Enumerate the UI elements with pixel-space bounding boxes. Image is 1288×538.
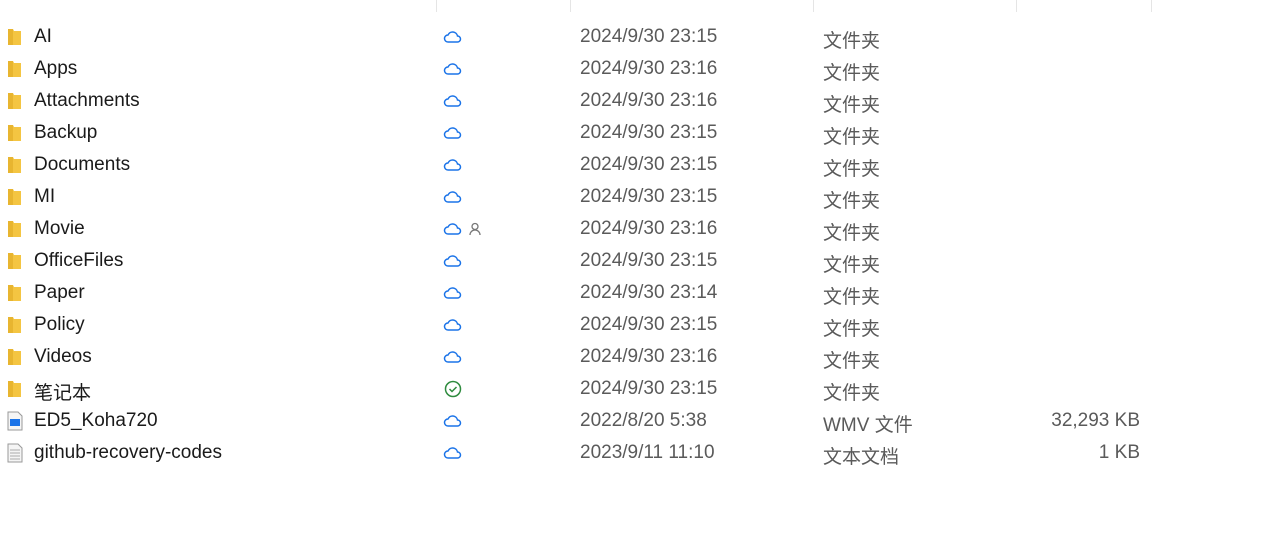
column-divider[interactable] [1151,0,1152,12]
cloud-icon [443,316,463,338]
file-size: 1 KB [1098,442,1140,463]
date-modified: 2024/9/30 23:15 [580,378,718,399]
file-name: 笔记本 [34,383,92,404]
cloud-icon [443,124,463,146]
video-file-icon [7,411,23,437]
folder-icon [7,315,23,341]
text-file-icon [7,443,23,469]
file-row[interactable]: AI 2024/9/30 23:15 文件夹 [0,21,1288,53]
folder-icon [7,27,23,53]
file-row[interactable]: github-recovery-codes 2023/9/11 11:10 文本… [0,437,1288,469]
date-modified: 2024/9/30 23:16 [580,218,718,239]
file-type: 文件夹 [823,319,881,340]
file-type: 文件夹 [823,287,881,308]
file-name: github-recovery-codes [34,442,222,463]
file-name: Backup [34,122,98,143]
date-modified: 2024/9/30 23:14 [580,282,718,303]
cloud-icon [443,348,463,370]
file-name: Apps [34,58,78,79]
file-name: Videos [34,346,92,367]
file-size: 32,293 KB [1051,410,1140,431]
cloud-icon [443,28,463,50]
file-name: MI [34,186,56,207]
date-modified: 2024/9/30 23:15 [580,314,718,335]
cloud-icon [443,188,463,210]
file-type: 文件夹 [823,351,881,372]
file-row[interactable]: Apps 2024/9/30 23:16 文件夹 [0,53,1288,85]
column-divider[interactable] [1016,0,1017,12]
file-type: 文件夹 [823,255,881,276]
cloud-icon [443,60,463,82]
file-type: 文件夹 [823,95,881,116]
file-row[interactable]: Movie 2024/9/30 23:16 文件夹 [0,213,1288,245]
date-modified: 2024/9/30 23:15 [580,154,718,175]
file-row[interactable]: Paper 2024/9/30 23:14 文件夹 [0,277,1288,309]
file-name: ED5_Koha720 [34,410,158,431]
column-header[interactable] [0,0,1288,12]
file-row[interactable]: Videos 2024/9/30 23:16 文件夹 [0,341,1288,373]
file-name: Paper [34,282,85,303]
date-modified: 2024/9/30 23:15 [580,122,718,143]
cloud-icon [443,444,463,466]
file-type: 文件夹 [823,191,881,212]
file-row[interactable]: MI 2024/9/30 23:15 文件夹 [0,181,1288,213]
file-name: AI [34,26,52,47]
date-modified: 2022/8/20 5:38 [580,410,707,431]
file-type: 文件夹 [823,31,881,52]
file-type: 文件夹 [823,159,881,180]
file-name: Documents [34,154,131,175]
file-row[interactable]: Documents 2024/9/30 23:15 文件夹 [0,149,1288,181]
date-modified: 2023/9/11 11:10 [580,442,715,463]
cloud-icon [443,92,463,114]
file-name: OfficeFiles [34,250,124,271]
cloud-icon [443,156,463,178]
file-row[interactable]: Attachments 2024/9/30 23:16 文件夹 [0,85,1288,117]
file-row[interactable]: Backup 2024/9/30 23:15 文件夹 [0,117,1288,149]
file-type: 文件夹 [823,127,881,148]
folder-icon [7,219,23,245]
synced-check-icon [443,380,463,404]
file-type: WMV 文件 [823,415,913,436]
file-row[interactable]: ED5_Koha720 2022/8/20 5:38 WMV 文件 32,293… [0,405,1288,437]
date-modified: 2024/9/30 23:16 [580,58,718,79]
folder-icon [7,379,23,405]
folder-icon [7,123,23,149]
file-type: 文件夹 [823,383,881,404]
cloud-icon [443,284,463,306]
folder-icon [7,283,23,309]
date-modified: 2024/9/30 23:15 [580,250,718,271]
file-name: Attachments [34,90,140,111]
cloud-icon [443,412,463,434]
folder-icon [7,59,23,85]
column-divider[interactable] [813,0,814,12]
column-divider[interactable] [436,0,437,12]
file-row[interactable]: OfficeFiles 2024/9/30 23:15 文件夹 [0,245,1288,277]
file-row[interactable]: 笔记本 2024/9/30 23:15 文件夹 [0,373,1288,405]
date-modified: 2024/9/30 23:16 [580,346,718,367]
date-modified: 2024/9/30 23:15 [580,186,718,207]
file-type: 文件夹 [823,223,881,244]
date-modified: 2024/9/30 23:16 [580,90,718,111]
folder-icon [7,347,23,373]
cloud-icon [443,252,463,274]
file-type: 文本文档 [823,447,900,468]
file-name: Movie [34,218,85,239]
file-name: Policy [34,314,85,335]
file-type: 文件夹 [823,63,881,84]
folder-icon [7,251,23,277]
folder-icon [7,187,23,213]
date-modified: 2024/9/30 23:15 [580,26,718,47]
cloud-shared-icon [443,220,482,242]
folder-icon [7,155,23,181]
file-row[interactable]: Policy 2024/9/30 23:15 文件夹 [0,309,1288,341]
column-divider[interactable] [570,0,571,12]
folder-icon [7,91,23,117]
